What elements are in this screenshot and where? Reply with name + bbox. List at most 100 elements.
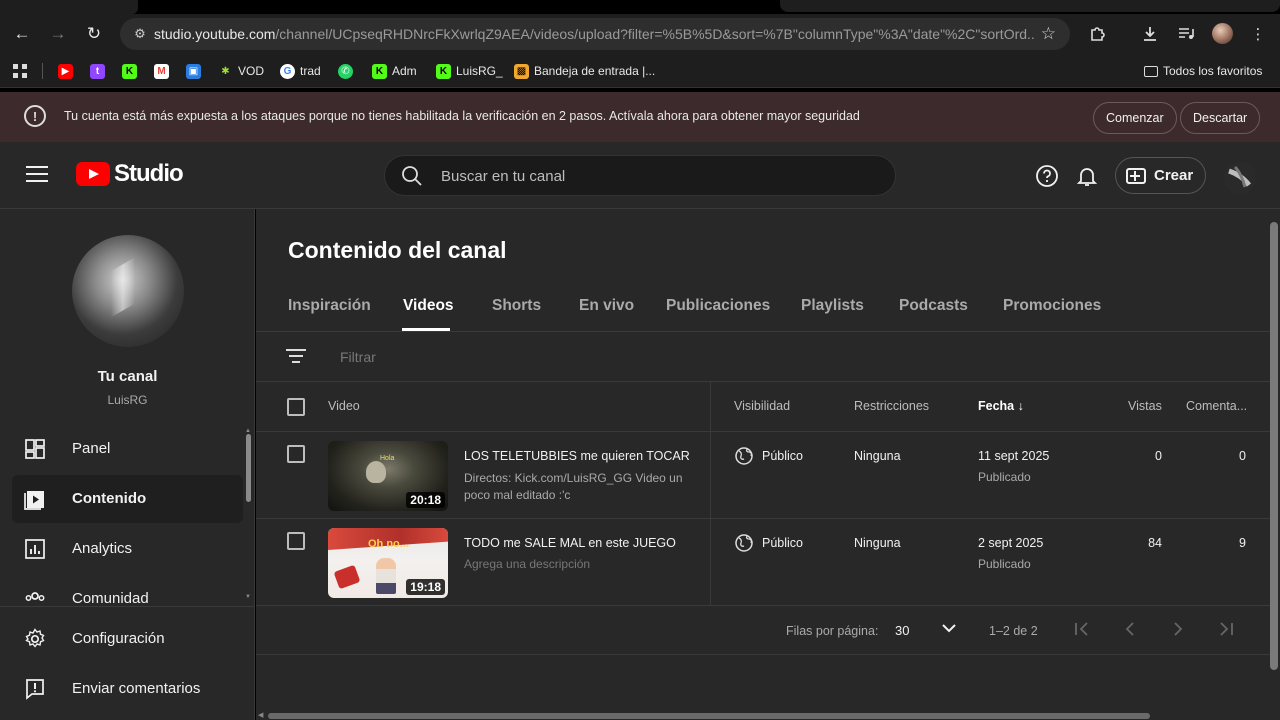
- sidebar-scroll-down[interactable]: ▼: [245, 594, 251, 600]
- kick-icon: K: [436, 63, 451, 79]
- restrictions-value: Ninguna: [854, 449, 901, 463]
- filter-input[interactable]: [340, 349, 740, 365]
- channel-avatar[interactable]: [72, 235, 184, 347]
- active-tab-indicator: [402, 328, 450, 331]
- extensions-icon[interactable]: [1085, 22, 1109, 46]
- gear-icon: [25, 628, 45, 648]
- sidebar-item-analytics[interactable]: Analytics: [12, 525, 243, 573]
- tab-shorts[interactable]: Shorts: [492, 297, 541, 315]
- notifications-bell-icon[interactable]: [1075, 164, 1099, 188]
- all-bookmarks[interactable]: Todos los favoritos: [1144, 62, 1262, 80]
- table-row[interactable]: Hola 20:18 LOS TELETUBBIES me quieren TO…: [256, 432, 1270, 519]
- create-button[interactable]: Crear: [1115, 157, 1206, 194]
- google-icon: G: [280, 63, 295, 79]
- media-control-icon[interactable]: [1174, 22, 1198, 46]
- status-value: Publicado: [978, 470, 1031, 484]
- select-all-checkbox[interactable]: [287, 398, 305, 416]
- browser-tab-active[interactable]: [0, 0, 138, 14]
- bookmark-gmail[interactable]: M: [154, 62, 174, 80]
- back-icon[interactable]: ←: [8, 20, 36, 48]
- page-range: 1–2 de 2: [989, 624, 1038, 638]
- tab-inspiracion[interactable]: Inspiración: [288, 297, 371, 315]
- bookmark-luisrg[interactable]: K LuisRG_: [436, 62, 503, 80]
- search-input[interactable]: [441, 164, 871, 188]
- page-title: Contenido del canal: [288, 237, 507, 263]
- views-value: 84: [1148, 536, 1162, 550]
- bookmark-youtube[interactable]: ▶: [58, 62, 78, 80]
- filter-icon[interactable]: [286, 349, 306, 365]
- column-date[interactable]: Fecha ↓: [978, 399, 1024, 413]
- dismiss-button[interactable]: Descartar: [1180, 102, 1261, 134]
- next-page-icon[interactable]: [1168, 619, 1188, 639]
- start-button[interactable]: Comenzar: [1093, 102, 1177, 134]
- tab-en-vivo[interactable]: En vivo: [579, 297, 634, 315]
- video-duration: 19:18: [406, 579, 445, 595]
- address-bar[interactable]: ⚙ studio.youtube.com/channel/UCpseqRHDNr…: [120, 18, 1070, 50]
- account-avatar[interactable]: [1223, 161, 1257, 195]
- bookmark-whatsapp[interactable]: ✆: [338, 62, 358, 80]
- gmail-icon: M: [154, 63, 169, 79]
- vod-icon: ✱: [218, 63, 233, 79]
- tab-videos[interactable]: Videos: [403, 297, 454, 315]
- previous-page-icon[interactable]: [1120, 619, 1140, 639]
- main-scrollbar[interactable]: [1270, 222, 1278, 670]
- bookmark-blue-app[interactable]: ▣: [186, 62, 206, 80]
- video-title[interactable]: TODO me SALE MAL en este JUEGO: [464, 536, 676, 550]
- tab-podcasts[interactable]: Podcasts: [899, 297, 968, 315]
- tab-promociones[interactable]: Promociones: [1003, 297, 1101, 315]
- column-restrictions[interactable]: Restricciones: [854, 399, 929, 413]
- sidebar-item-content[interactable]: Contenido: [12, 475, 243, 523]
- banner-message: Tu cuenta está más expuesta a los ataque…: [64, 109, 860, 123]
- bookmark-vod[interactable]: ✱ VOD: [218, 62, 264, 80]
- bookmark-twitch[interactable]: t: [90, 62, 110, 80]
- reload-icon[interactable]: ↻: [80, 20, 108, 48]
- visibility-value[interactable]: Público: [762, 449, 803, 463]
- row-checkbox[interactable]: [287, 445, 305, 463]
- url-text[interactable]: studio.youtube.com/channel/UCpseqRHDNrcF…: [154, 26, 1034, 42]
- analytics-icon: [25, 539, 45, 559]
- bookmarks-bar: ▶ t K M ▣ ✱ VOD Gtrad ✆ K Adm K LuisRG_ ▩ Ba…: [0, 54, 1280, 88]
- tab-publicaciones[interactable]: Publicaciones: [666, 297, 770, 315]
- search-icon[interactable]: [401, 165, 423, 187]
- rows-per-page-label: Filas por página:: [786, 624, 879, 638]
- hamburger-menu-icon[interactable]: [26, 166, 48, 184]
- tab-playlists[interactable]: Playlists: [801, 297, 864, 315]
- video-title[interactable]: LOS TELETUBBIES me quieren TOCAR: [464, 449, 690, 463]
- horizontal-scrollbar[interactable]: [268, 713, 1150, 719]
- bookmark-inbox[interactable]: ▩ Bandeja de entrada |...: [514, 62, 655, 80]
- video-thumbnail[interactable]: Hola 20:18: [328, 441, 448, 511]
- sidebar-item-settings[interactable]: Configuración: [12, 615, 243, 663]
- add-video-icon: [1126, 167, 1146, 184]
- menu-kebab-icon[interactable]: ⋮: [1246, 22, 1270, 46]
- video-description[interactable]: Agrega una descripción: [464, 556, 694, 573]
- bookmark-kick[interactable]: K: [122, 62, 142, 80]
- forward-icon[interactable]: →: [44, 20, 72, 48]
- bookmark-adm[interactable]: K Adm: [372, 62, 417, 80]
- last-page-icon[interactable]: [1216, 619, 1236, 639]
- sidebar-item-feedback[interactable]: Enviar comentarios: [12, 665, 243, 713]
- apps-grid-icon[interactable]: [12, 62, 28, 80]
- bookmark-star-icon[interactable]: ☆: [1041, 24, 1056, 44]
- first-page-icon[interactable]: [1072, 619, 1092, 639]
- column-comments[interactable]: Comenta...: [1186, 399, 1247, 413]
- date-value: 11 sept 2025: [978, 449, 1050, 463]
- download-icon[interactable]: [1138, 22, 1162, 46]
- browser-toolbar: ← → ↻ ⚙ studio.youtube.com/channel/UCpse…: [0, 14, 1280, 54]
- chevron-down-icon[interactable]: [940, 619, 958, 637]
- table-row[interactable]: Oh no... 19:18 TODO me SALE MAL en este …: [256, 519, 1270, 606]
- sidebar-scrollbar[interactable]: [246, 434, 251, 502]
- column-visibility[interactable]: Visibilidad: [734, 399, 790, 413]
- sidebar-item-community[interactable]: Comunidad: [12, 575, 243, 605]
- studio-logo[interactable]: Studio: [76, 160, 184, 188]
- row-checkbox[interactable]: [287, 532, 305, 550]
- visibility-value[interactable]: Público: [762, 536, 803, 550]
- profile-avatar[interactable]: [1212, 23, 1233, 44]
- site-settings-icon[interactable]: ⚙: [126, 26, 154, 42]
- sidebar-item-panel[interactable]: Panel: [12, 425, 243, 473]
- horizontal-scroll-left[interactable]: ◀: [258, 711, 263, 719]
- video-thumbnail[interactable]: Oh no... 19:18: [328, 528, 448, 598]
- rows-per-page-value[interactable]: 30: [895, 623, 909, 638]
- help-icon[interactable]: [1035, 164, 1059, 188]
- column-views[interactable]: Vistas: [1128, 399, 1162, 413]
- bookmark-trad[interactable]: Gtrad: [280, 62, 321, 80]
